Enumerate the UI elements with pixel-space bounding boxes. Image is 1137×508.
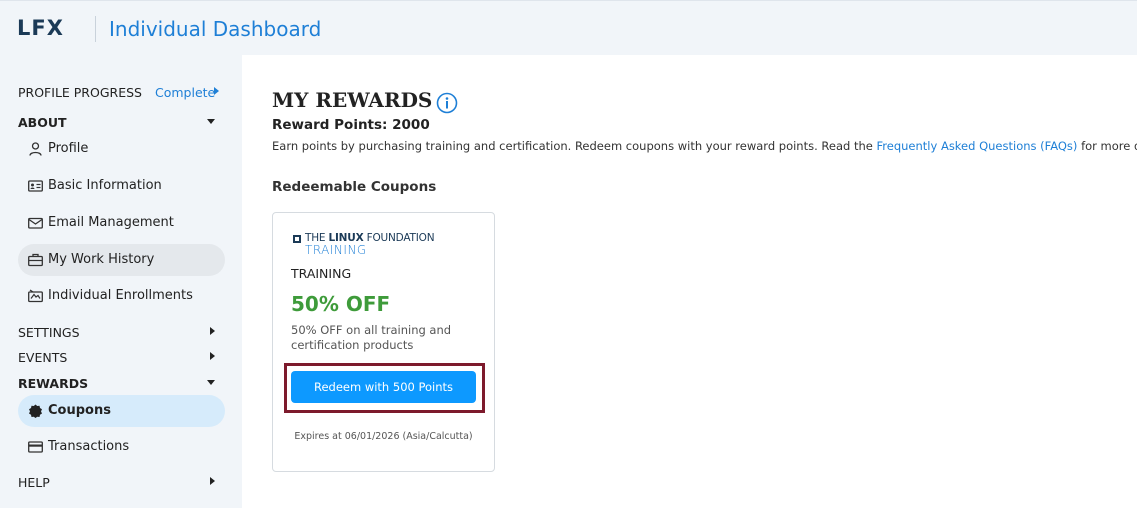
sidebar-item-label: Profile	[48, 141, 89, 156]
sidebar-item-my-work-history[interactable]: My Work History	[18, 244, 225, 276]
lf-logo-line2: TRAINING	[305, 243, 367, 257]
sidebar-item-individual-enrollments[interactable]: Individual Enrollments	[18, 280, 225, 312]
badge-icon	[29, 404, 42, 418]
faq-link[interactable]: Frequently Asked Questions (FAQs)	[877, 139, 1078, 153]
sidebar-item-label: Transactions	[48, 439, 130, 454]
enrollment-icon	[28, 289, 43, 303]
profile-progress-status-link[interactable]: Complete	[155, 85, 215, 101]
briefcase-icon	[28, 253, 43, 267]
sidebar-item-profile[interactable]: Profile	[18, 133, 225, 165]
coupon-description: 50% OFF on all training and certificatio…	[291, 323, 452, 352]
lfx-logo[interactable]: LFX	[17, 16, 64, 40]
redeemable-coupons-heading: Redeemable Coupons	[272, 179, 437, 195]
coupon-discount: 50% OFF	[291, 292, 391, 316]
sidebar-item-label: Basic Information	[48, 178, 162, 193]
chevron-down-icon[interactable]	[207, 119, 215, 124]
rewards-description: Earn points by purchasing training and c…	[272, 139, 1137, 153]
sidebar-item-email-management[interactable]: Email Management	[18, 207, 225, 239]
user-icon	[29, 142, 42, 156]
coupon-category: TRAINING	[291, 266, 352, 281]
sidebar-item-transactions[interactable]: Transactions	[18, 431, 225, 463]
header-divider	[95, 16, 96, 42]
sidebar-section-events[interactable]: EVENTS	[18, 350, 67, 366]
app-title: Individual Dashboard	[109, 17, 322, 41]
chevron-right-icon[interactable]	[214, 87, 219, 95]
sidebar-section-about[interactable]: ABOUT	[18, 115, 67, 131]
id-card-icon	[28, 180, 43, 192]
reward-points: Reward Points: 2000	[272, 117, 430, 133]
linux-foundation-training-logo: THE LINUX FOUNDATION TRAINING	[293, 232, 453, 258]
chevron-down-icon[interactable]	[207, 380, 215, 385]
sidebar-section-settings[interactable]: SETTINGS	[18, 325, 80, 341]
sidebar-item-label: Email Management	[48, 215, 174, 230]
card-icon	[28, 441, 43, 453]
sidebar-item-basic-information[interactable]: Basic Information	[18, 170, 225, 202]
info-icon[interactable]	[436, 92, 458, 114]
profile-progress-label: PROFILE PROGRESS	[18, 85, 142, 100]
page-title: MY REWARDS	[272, 88, 433, 112]
sidebar-item-label: My Work History	[48, 252, 155, 267]
coupon-card: THE LINUX FOUNDATION TRAINING TRAINING 5…	[272, 212, 495, 472]
description-prefix: Earn points by purchasing training and c…	[272, 139, 877, 153]
sidebar-section-help[interactable]: HELP	[18, 475, 50, 491]
sidebar-item-coupons[interactable]: Coupons	[18, 395, 225, 427]
chevron-right-icon[interactable]	[210, 327, 215, 335]
top-bar: LFX Individual Dashboard	[0, 0, 1137, 55]
chevron-right-icon[interactable]	[210, 352, 215, 360]
redeem-button[interactable]: Redeem with 500 Points	[291, 371, 476, 403]
lf-logo-mark	[293, 235, 301, 243]
chevron-right-icon[interactable]	[210, 477, 215, 485]
sidebar-item-label: Individual Enrollments	[48, 288, 193, 303]
sidebar-item-label: Coupons	[48, 403, 111, 418]
envelope-icon	[28, 217, 43, 229]
description-suffix: for more details.	[1081, 139, 1137, 153]
coupon-expiry: Expires at 06/01/2026 (Asia/Calcutta)	[294, 431, 473, 442]
sidebar-section-rewards[interactable]: REWARDS	[18, 376, 88, 392]
